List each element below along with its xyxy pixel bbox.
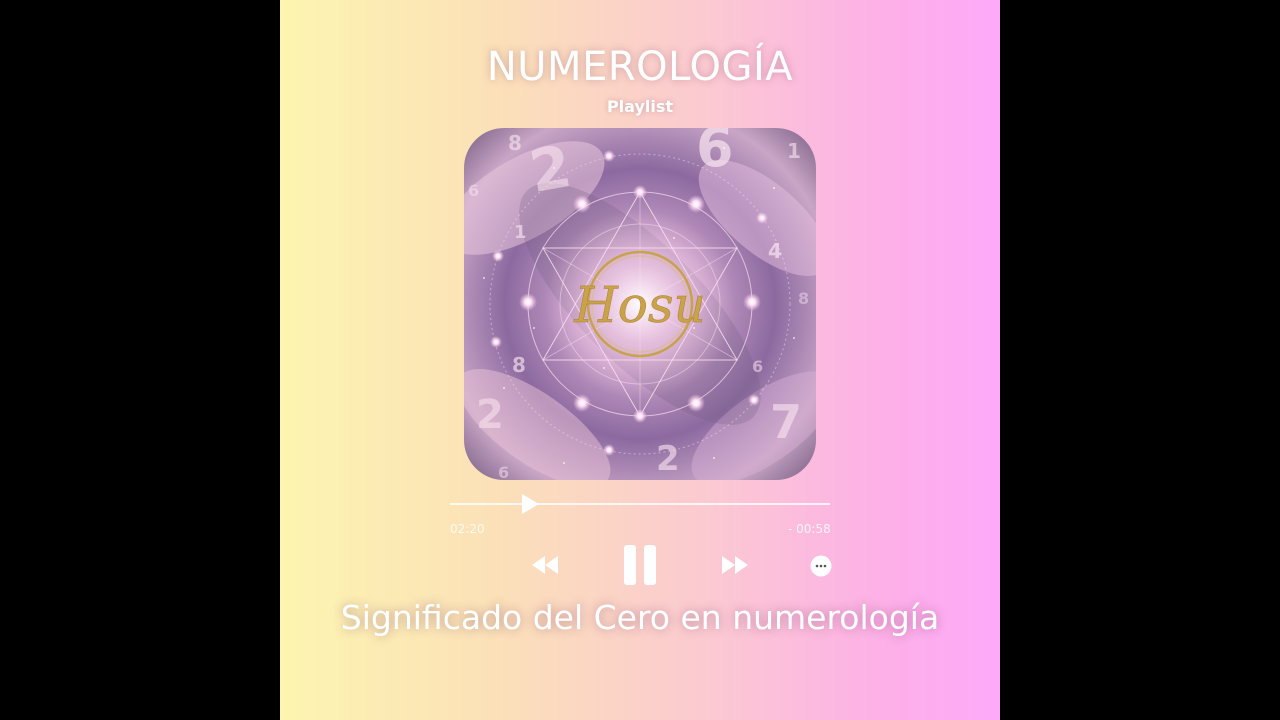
progress-knob[interactable] <box>521 494 539 514</box>
svg-text:4: 4 <box>768 239 782 263</box>
more-options-button[interactable] <box>810 555 832 577</box>
svg-text:6: 6 <box>468 181 479 200</box>
more-options-icon <box>810 555 832 577</box>
playlist-subtitle: Playlist <box>606 97 674 116</box>
svg-text:6: 6 <box>696 128 734 179</box>
playlist-title: NUMEROLOGÍA <box>486 44 794 90</box>
svg-text:8: 8 <box>798 289 809 308</box>
svg-text:8: 8 <box>508 131 522 155</box>
svg-text:6: 6 <box>752 357 763 376</box>
svg-text:6: 6 <box>498 463 509 480</box>
rewind-button[interactable] <box>531 555 559 575</box>
pause-icon <box>623 544 657 586</box>
song-title: Significado del Cero en numerología <box>340 598 940 637</box>
svg-text:1: 1 <box>787 139 801 163</box>
progress-track[interactable] <box>450 503 830 505</box>
rewind-icon <box>531 555 559 575</box>
album-cover: 8 2 6 1 6 1 4 8 8 6 2 6 2 7 Hosu <box>464 128 816 480</box>
svg-text:1: 1 <box>514 222 527 243</box>
svg-text:7: 7 <box>770 395 802 449</box>
svg-text:8: 8 <box>512 353 526 377</box>
svg-text:2: 2 <box>476 392 504 438</box>
remaining-time: - 00:58 <box>788 522 831 536</box>
pause-button[interactable] <box>623 544 657 586</box>
fast-forward-button[interactable] <box>721 555 749 575</box>
cover-logo-text: Hosu <box>573 276 706 334</box>
fast-forward-icon <box>721 555 749 575</box>
player-panel: NUMEROLOGÍA Playlist 8 2 6 1 6 1 4 8 8 6… <box>280 0 1000 720</box>
svg-text:2: 2 <box>656 439 680 479</box>
elapsed-time: 02:20 <box>450 522 485 536</box>
